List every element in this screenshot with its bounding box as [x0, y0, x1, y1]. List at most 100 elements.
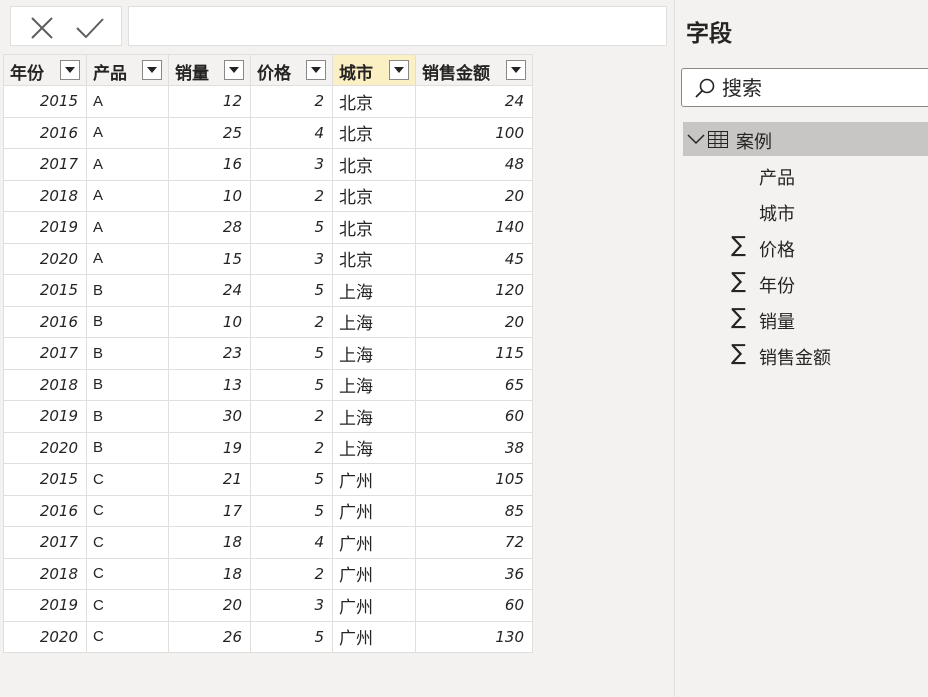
table-cell[interactable]: 12	[168, 85, 251, 118]
table-cell[interactable]: 48	[415, 148, 533, 181]
cancel-button[interactable]	[28, 14, 56, 42]
table-cell[interactable]: 72	[415, 526, 533, 559]
table-cell[interactable]: 上海	[332, 305, 416, 338]
table-cell[interactable]: 2020	[3, 431, 87, 464]
table-cell[interactable]: B	[86, 337, 169, 370]
table-cell[interactable]: C	[86, 526, 169, 559]
table-cell[interactable]: 21	[168, 463, 251, 496]
field-item[interactable]: ∑ 年份	[683, 267, 928, 301]
table-cell[interactable]: 10	[168, 305, 251, 338]
table-cell[interactable]: 5	[250, 337, 333, 370]
table-cell[interactable]: 115	[415, 337, 533, 370]
table-cell[interactable]: 广州	[332, 526, 416, 559]
table-cell[interactable]: 2020	[3, 620, 87, 653]
table-cell[interactable]: 5	[250, 463, 333, 496]
table-cell[interactable]: C	[86, 557, 169, 590]
table-cell[interactable]: 100	[415, 116, 533, 149]
table-cell[interactable]: 85	[415, 494, 533, 527]
table-cell[interactable]: 5	[250, 494, 333, 527]
table-cell[interactable]: 北京	[332, 242, 416, 275]
table-cell[interactable]: 30	[168, 400, 251, 433]
table-cell[interactable]: 24	[168, 274, 251, 307]
table-cell[interactable]: A	[86, 211, 169, 244]
table-cell[interactable]: 13	[168, 368, 251, 401]
table-cell[interactable]: 广州	[332, 620, 416, 653]
table-cell[interactable]: 24	[415, 85, 533, 118]
table-cell[interactable]: 2	[250, 305, 333, 338]
column-filter-button[interactable]	[389, 60, 409, 80]
column-header-4[interactable]: 城市	[332, 54, 416, 86]
table-cell[interactable]: A	[86, 179, 169, 212]
fields-search-box[interactable]	[681, 68, 928, 107]
table-cell[interactable]: 2	[250, 179, 333, 212]
table-cell[interactable]: A	[86, 116, 169, 149]
table-cell[interactable]: 18	[168, 526, 251, 559]
table-cell[interactable]: 上海	[332, 431, 416, 464]
table-cell[interactable]: 上海	[332, 400, 416, 433]
table-cell[interactable]: 北京	[332, 179, 416, 212]
table-cell[interactable]: B	[86, 274, 169, 307]
table-cell[interactable]: 60	[415, 589, 533, 622]
table-cell[interactable]: 20	[168, 589, 251, 622]
table-cell[interactable]: 3	[250, 148, 333, 181]
table-cell[interactable]: 广州	[332, 557, 416, 590]
table-cell[interactable]: 2019	[3, 589, 87, 622]
table-cell[interactable]: 2020	[3, 242, 87, 275]
table-cell[interactable]: 36	[415, 557, 533, 590]
column-header-2[interactable]: 销量	[168, 54, 251, 86]
table-cell[interactable]: 2018	[3, 557, 87, 590]
table-cell[interactable]: 2015	[3, 85, 87, 118]
column-filter-button[interactable]	[506, 60, 526, 80]
search-input[interactable]	[722, 75, 922, 101]
table-cell[interactable]: 38	[415, 431, 533, 464]
table-cell[interactable]: 3	[250, 589, 333, 622]
table-cell[interactable]: 2016	[3, 116, 87, 149]
table-cell[interactable]: 广州	[332, 589, 416, 622]
table-cell[interactable]: 28	[168, 211, 251, 244]
table-cell[interactable]: 2019	[3, 400, 87, 433]
column-filter-button[interactable]	[142, 60, 162, 80]
field-item[interactable]: 城市	[683, 195, 928, 229]
table-cell[interactable]: 4	[250, 526, 333, 559]
table-cell[interactable]: B	[86, 431, 169, 464]
table-cell[interactable]: 2	[250, 431, 333, 464]
field-item[interactable]: ∑ 价格	[683, 231, 928, 265]
commit-button[interactable]	[75, 14, 104, 42]
table-cell[interactable]: 广州	[332, 494, 416, 527]
table-cell[interactable]: 2016	[3, 305, 87, 338]
field-item[interactable]: ∑ 销量	[683, 303, 928, 337]
table-cell[interactable]: 120	[415, 274, 533, 307]
column-filter-button[interactable]	[60, 60, 80, 80]
table-cell[interactable]: 2017	[3, 337, 87, 370]
table-cell[interactable]: 北京	[332, 211, 416, 244]
table-cell[interactable]: B	[86, 368, 169, 401]
table-cell[interactable]: 2	[250, 85, 333, 118]
table-cell[interactable]: A	[86, 242, 169, 275]
table-cell[interactable]: 18	[168, 557, 251, 590]
table-cell[interactable]: 140	[415, 211, 533, 244]
field-item[interactable]: 产品	[683, 159, 928, 193]
table-cell[interactable]: 19	[168, 431, 251, 464]
table-cell[interactable]: 北京	[332, 116, 416, 149]
table-cell[interactable]: 北京	[332, 148, 416, 181]
table-cell[interactable]: 20	[415, 179, 533, 212]
table-cell[interactable]: 5	[250, 368, 333, 401]
table-cell[interactable]: A	[86, 85, 169, 118]
table-cell[interactable]: B	[86, 305, 169, 338]
table-cell[interactable]: 4	[250, 116, 333, 149]
table-cell[interactable]: 3	[250, 242, 333, 275]
table-cell[interactable]: 2	[250, 557, 333, 590]
table-cell[interactable]: 5	[250, 211, 333, 244]
table-cell[interactable]: 45	[415, 242, 533, 275]
column-header-1[interactable]: 产品	[86, 54, 169, 86]
table-cell[interactable]: 2015	[3, 274, 87, 307]
table-cell[interactable]: C	[86, 589, 169, 622]
table-cell[interactable]: C	[86, 463, 169, 496]
table-cell[interactable]: 10	[168, 179, 251, 212]
table-cell[interactable]: C	[86, 494, 169, 527]
table-cell[interactable]: 广州	[332, 463, 416, 496]
table-cell[interactable]: 130	[415, 620, 533, 653]
table-cell[interactable]: 23	[168, 337, 251, 370]
table-cell[interactable]: 上海	[332, 368, 416, 401]
table-cell[interactable]: 上海	[332, 274, 416, 307]
